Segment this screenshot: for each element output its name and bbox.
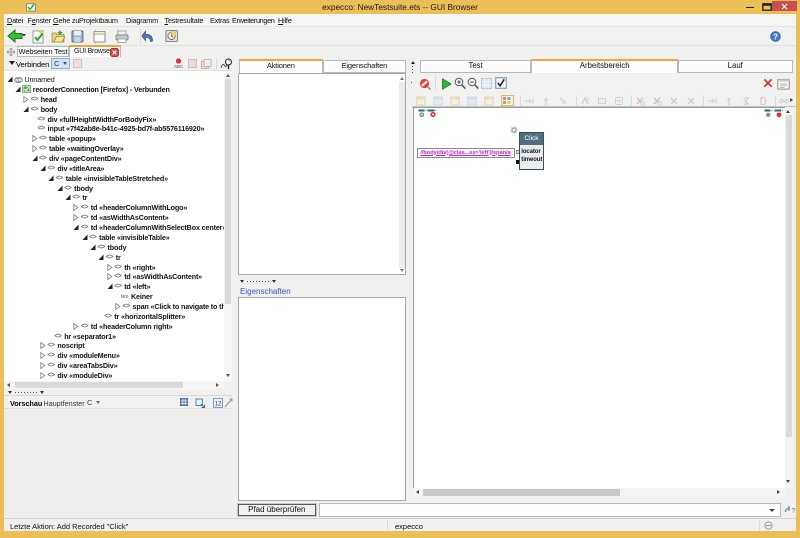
svg-text:ABC: ABC	[174, 64, 184, 69]
svg-text:?: ?	[792, 508, 796, 515]
svg-text:12: 12	[215, 401, 222, 407]
svg-text:?: ?	[773, 32, 778, 41]
